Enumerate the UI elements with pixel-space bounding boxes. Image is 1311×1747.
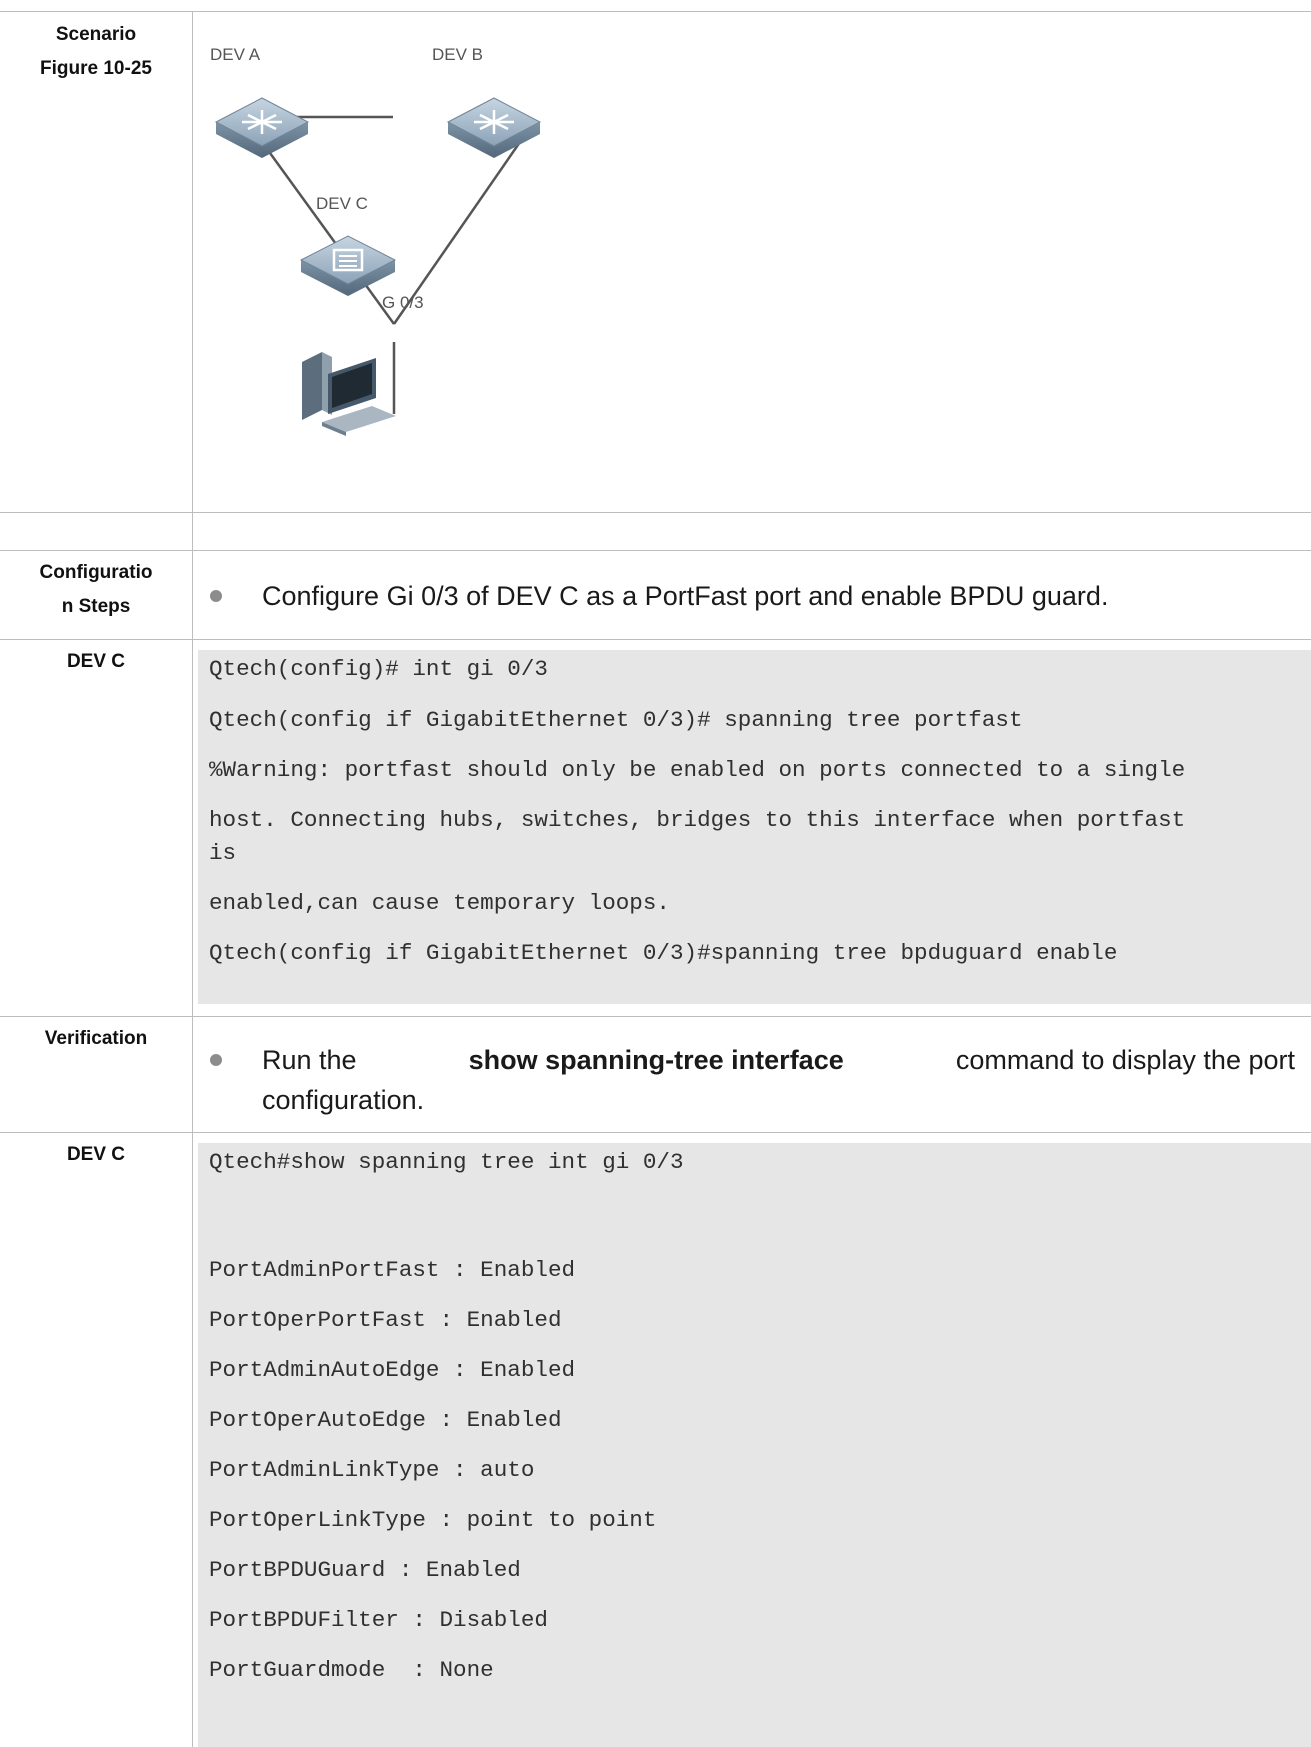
router-icon: [446, 97, 542, 158]
code-line: PortOperLinkType : point to point: [209, 1507, 657, 1533]
switch-icon: [299, 235, 397, 296]
computer-icon: [302, 352, 396, 436]
code-line: %Warning: portfast should only be enable…: [209, 757, 1186, 783]
code-line: host. Connecting hubs, switches, bridges…: [209, 807, 1186, 833]
verify-code-block: Qtech#show spanning tree int gi 0/3 Port…: [198, 1143, 1311, 1747]
code-line: Qtech#show spanning tree int gi 0/3: [209, 1149, 684, 1175]
code-line: Qtech(config)# int gi 0/3: [209, 656, 548, 682]
config-steps-bullet: Configure Gi 0/3 of DEV C as a PortFast …: [210, 577, 1295, 617]
port-label: G 0/3: [382, 293, 424, 312]
row-divider: [0, 1016, 1311, 1017]
code-line: PortOperAutoEdge : Enabled: [209, 1407, 562, 1433]
dev-c-verify-label: DEV C: [66, 1144, 126, 1165]
config-steps-label: Configuratio n Steps: [39, 562, 153, 617]
code-line: PortAdminLinkType : auto: [209, 1457, 535, 1483]
bullet-icon: [210, 1054, 222, 1066]
code-line: is: [209, 840, 237, 866]
scenario-label: Scenario Figure 10-25: [40, 24, 152, 79]
code-line: enabled,can cause temporary loops.: [209, 890, 670, 916]
code-line: PortAdminAutoEdge : Enabled: [209, 1357, 576, 1383]
dev-b-label: DEV B: [432, 45, 483, 64]
verification-bullet: Run the show spanning-tree interface com…: [210, 1041, 1295, 1121]
bullet-icon: [210, 590, 222, 602]
dev-c-config-label: DEV C: [66, 651, 126, 672]
command-name: show spanning-tree interface: [468, 1045, 844, 1075]
row-divider: [0, 639, 1311, 640]
dev-c-label: DEV C: [316, 194, 368, 213]
config-code-block: Qtech(config)# int gi 0/3 Qtech(config i…: [198, 650, 1311, 1004]
router-icon: [214, 97, 310, 158]
code-line: Qtech(config if GigabitEthernet 0/3)# sp…: [209, 707, 1023, 733]
code-line: PortGuardmode : None: [209, 1657, 494, 1683]
code-line: PortOperPortFast : Enabled: [209, 1307, 562, 1333]
row-divider: [0, 550, 1311, 551]
dev-a-label: DEV A: [210, 45, 261, 64]
code-line: PortAdminPortFast : Enabled: [209, 1257, 576, 1283]
verification-label: Verification: [44, 1028, 148, 1049]
topology-diagram: DEV A DEV B DEV C G 0/3: [210, 45, 542, 436]
row-divider: [0, 1132, 1311, 1133]
row-divider: [0, 512, 1311, 513]
code-line: Qtech(config if GigabitEthernet 0/3)#spa…: [209, 940, 1118, 966]
code-line: PortBPDUGuard : Enabled: [209, 1557, 521, 1583]
code-line: PortBPDUFilter : Disabled: [209, 1607, 548, 1633]
column-divider: [192, 11, 193, 1747]
